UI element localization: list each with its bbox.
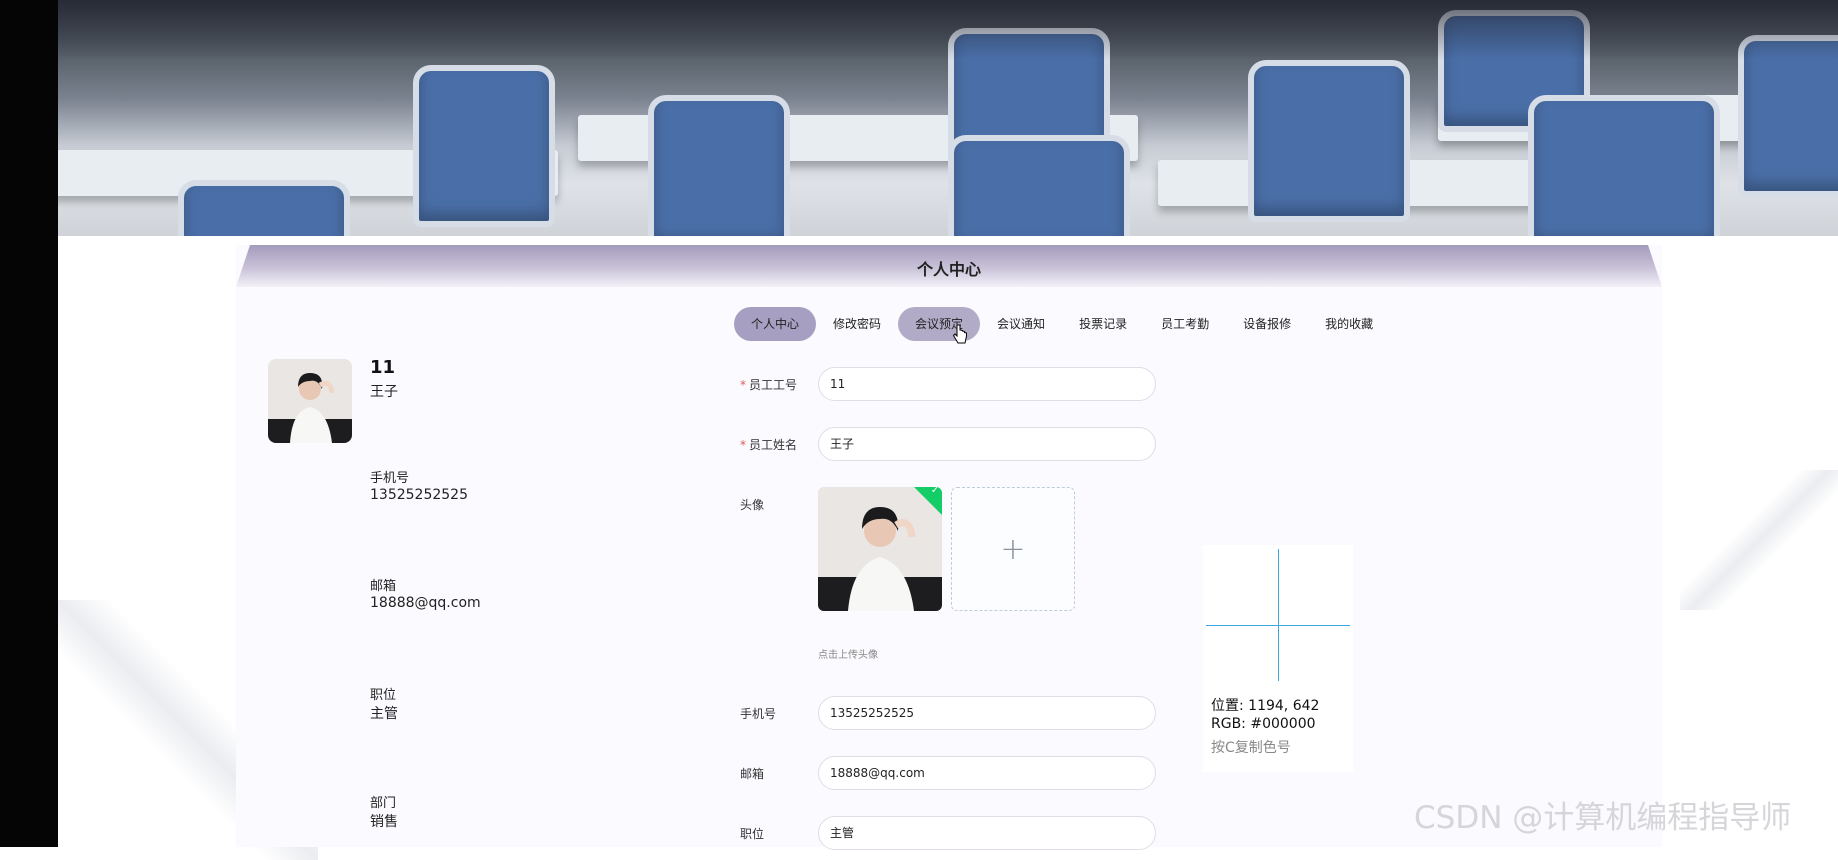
person-photo-icon	[268, 359, 352, 443]
employee-name-label: * 员工姓名	[740, 438, 798, 452]
panel-title-bar: 个人中心	[236, 245, 1662, 287]
tab-bar: 个人中心 修改密码 会议预定 会议通知 投票记录 员工考勤 设备报修 我的收藏	[734, 307, 1390, 341]
picker-position-text: 位置: 1194, 642	[1211, 698, 1320, 714]
profile-avatar	[268, 359, 352, 443]
background-decoration	[1680, 470, 1838, 610]
employee-id-input[interactable]: 11	[818, 367, 1156, 401]
tab-vote-records[interactable]: 投票记录	[1062, 307, 1144, 341]
person-photo-icon	[818, 487, 942, 611]
profile-phone-label: 手机号	[370, 471, 410, 486]
picker-rgb-text: RGB: #000000	[1211, 716, 1316, 732]
plus-icon: +	[1000, 531, 1026, 567]
tab-my-favorites[interactable]: 我的收藏	[1308, 307, 1390, 341]
avatar-upload-button[interactable]: +	[951, 487, 1075, 611]
banner-chair	[648, 95, 790, 236]
profile-employee-id: 11	[370, 357, 396, 378]
hand-pointer-cursor-icon	[952, 324, 967, 344]
profile-phone-value: 13525252525	[370, 487, 468, 503]
banner-chair	[1248, 60, 1410, 222]
picker-copy-hint: 按C复制色号	[1211, 740, 1291, 756]
banner-chair	[413, 65, 555, 227]
profile-department-label: 部门	[370, 796, 397, 811]
profile-name: 王子	[370, 384, 398, 400]
color-picker-overlay: 位置: 1194, 642 RGB: #000000 按C复制色号	[1203, 545, 1353, 772]
employee-name-input[interactable]: 王子	[818, 427, 1156, 461]
tab-meeting-notice[interactable]: 会议通知	[980, 307, 1062, 341]
profile-position-label: 职位	[370, 688, 397, 703]
crosshair-horizontal	[1206, 625, 1350, 626]
profile-email-label: 邮箱	[370, 579, 397, 594]
hero-banner-image	[58, 0, 1838, 236]
profile-email-value: 18888@qq.com	[370, 595, 481, 611]
phone-input[interactable]: 13525252525	[818, 696, 1156, 730]
phone-label: 手机号	[740, 707, 777, 721]
upload-hint-text: 点击上传头像	[818, 650, 878, 661]
profile-department-value: 销售	[370, 814, 398, 830]
tab-equipment-repair[interactable]: 设备报修	[1226, 307, 1308, 341]
email-label: 邮箱	[740, 767, 765, 781]
profile-position-value: 主管	[370, 706, 398, 722]
left-black-bar	[0, 0, 58, 847]
tab-personal-center[interactable]: 个人中心	[734, 307, 817, 341]
banner-chair	[178, 180, 350, 236]
check-icon: ✓	[930, 487, 940, 496]
avatar-label: 头像	[740, 498, 765, 512]
position-label: 职位	[740, 827, 765, 841]
banner-shade	[58, 0, 1838, 60]
tab-change-password[interactable]: 修改密码	[816, 307, 898, 341]
page-title: 个人中心	[916, 260, 981, 279]
crosshair-vertical	[1278, 549, 1279, 681]
banner-chair	[948, 135, 1130, 236]
banner-chair	[1528, 95, 1720, 236]
csdn-watermark: CSDN @计算机编程指导师	[1414, 800, 1792, 836]
email-input[interactable]: 18888@qq.com	[818, 756, 1156, 790]
tab-attendance[interactable]: 员工考勤	[1144, 307, 1226, 341]
employee-id-label: * 员工工号	[740, 378, 798, 392]
uploaded-avatar-thumbnail[interactable]: ✓	[818, 487, 942, 611]
position-input[interactable]: 主管	[818, 816, 1156, 850]
